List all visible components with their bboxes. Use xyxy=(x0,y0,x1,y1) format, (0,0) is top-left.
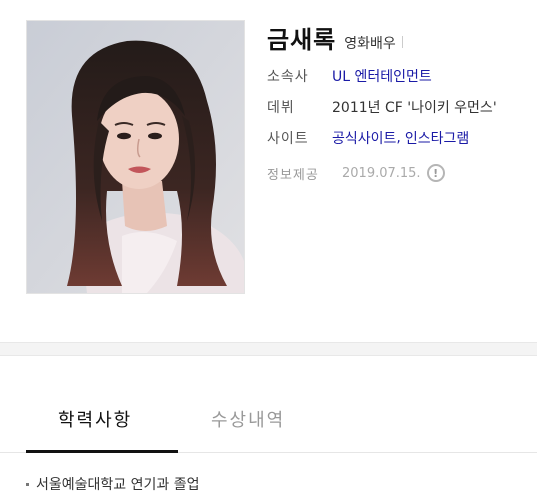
site-label: 사이트 xyxy=(267,131,309,147)
instagram-link[interactable]: 인스타그램 xyxy=(405,128,469,148)
active-tab-indicator xyxy=(26,450,178,453)
agency-label: 소속사 xyxy=(267,69,309,85)
debut-row: 데뷔 2011년 CF '나이키 우먼스' xyxy=(267,95,497,119)
person-name: 금새록 xyxy=(267,26,337,54)
agency-row: 소속사 UL 엔터테인먼트 xyxy=(267,64,432,88)
portrait-image xyxy=(27,21,244,293)
official-site-link[interactable]: 공식사이트 xyxy=(332,128,396,148)
occupation-label: 영화배우 xyxy=(344,36,396,52)
tab-awards[interactable]: 수상내역 xyxy=(211,406,285,432)
link-separator: , xyxy=(396,130,401,146)
exclamation-circle-icon[interactable]: ! xyxy=(426,164,445,182)
section-divider xyxy=(0,342,537,356)
profile-photo[interactable] xyxy=(26,20,245,294)
source-date: 2019.07.15. xyxy=(342,165,421,181)
source-row: 정보제공 2019.07.15. ! xyxy=(267,161,445,185)
divider xyxy=(401,36,403,48)
debut-value: 2011년 CF '나이키 우먼스' xyxy=(332,100,497,116)
name-row: 금새록 영화배우 xyxy=(267,20,403,54)
source-label: 정보제공 xyxy=(267,167,319,183)
tab-education[interactable]: 학력사항 xyxy=(58,406,132,432)
list-item: 서울예술대학교 연기과 졸업 xyxy=(36,477,200,493)
tab-bar: 학력사항 수상내역 xyxy=(0,356,537,453)
bullet-icon xyxy=(26,482,29,486)
education-list: 서울예술대학교 연기과 졸업 xyxy=(26,474,199,494)
debut-label: 데뷔 xyxy=(267,100,295,116)
site-row: 사이트 공식사이트 , 인스타그램 xyxy=(267,126,469,150)
agency-link[interactable]: UL 엔터테인먼트 xyxy=(332,66,432,86)
profile-card: 금새록 영화배우 소속사 UL 엔터테인먼트 데뷔 2011년 CF '나이키 … xyxy=(0,0,537,342)
